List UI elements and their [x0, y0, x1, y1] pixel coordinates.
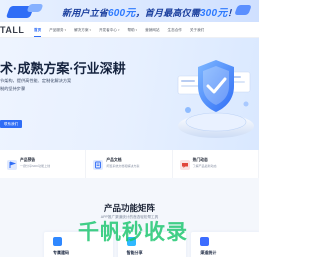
chevron-down-icon: ▾ [117, 28, 120, 32]
chevron-down-icon: ▾ [64, 28, 67, 32]
nav-item-1[interactable]: 产品服务▾ [45, 22, 70, 38]
watermark-overlay: 千帆秒收录 [78, 221, 188, 244]
feature-title: 产品预告 [20, 158, 36, 162]
nav-menu: 首页 产品服务▾ 解决方案▾ 开发者中心▾ 帮助▾ 营销网站 生态合作 关于我们 [30, 22, 208, 38]
feature-card[interactable]: 产品文档闲置系统文档和解决方案 [86, 150, 173, 178]
logo[interactable]: TALL [0, 25, 24, 35]
product-card-label: 专属建码 [53, 250, 69, 255]
page: 新用户立省600元，首月最高仅需300元！ TALL 首页 产品服务▾ 解决方案▾ 开… [0, 0, 259, 257]
promo-text: 新用户立省600元，首月最高仅需300元！ [62, 4, 237, 19]
matrix-title: 产品功能矩阵 [103, 203, 155, 213]
nav-item-2[interactable]: 解决方案▾ [70, 22, 95, 38]
chart-icon [200, 237, 210, 246]
nav-item-label: 首页 [34, 28, 42, 32]
product-card-label: 智能分享 [126, 250, 143, 255]
hero-subtitle-line1: 节架构，提供高性能、定制化解决方案 [0, 78, 72, 83]
top-navbar: TALL 首页 产品服务▾ 解决方案▾ 开发者中心▾ 帮助▾ 营销网站 生态合作 关于我们 [0, 22, 259, 38]
feature-description: 了解产品最新动态 [192, 164, 217, 168]
nav-item-7[interactable]: 关于我们 [186, 22, 208, 38]
nav-item-label: 关于我们 [189, 28, 205, 32]
feature-card[interactable]: 热门动态了解产品最新动态 [173, 150, 259, 178]
contact-us-button[interactable]: 联系我们 [0, 120, 22, 128]
promo-banner[interactable]: 新用户立省600元，首月最高仅需300元！ [0, 0, 259, 22]
product-card-label: 渠道统计 [200, 250, 217, 255]
promo-decoration [26, 4, 44, 12]
feature-description: 闲置系统文档和解决方案 [106, 164, 140, 168]
nav-item-4[interactable]: 帮助▾ [123, 22, 141, 38]
promo-middle: ，首月最高仅需 [135, 8, 200, 18]
feature-description: 一键分享SDK功能上线 [20, 164, 51, 168]
nav-item-label: 开发者中心 [98, 28, 117, 32]
flag-icon [7, 157, 17, 170]
hero-subtitle-line2: 制的坚持步骤 [0, 86, 26, 91]
feature-title: 热门动态 [192, 158, 208, 162]
nav-item-label: 生态合作 [167, 28, 182, 32]
code-icon [53, 237, 62, 246]
nav-item-label: 产品服务 [49, 28, 64, 32]
chevron-down-icon: ▾ [89, 28, 91, 32]
hero-banner: 术·成熟方案·行业深耕 节架构，提供高性能、定制化解决方案 制的坚持步骤 联系我… [0, 38, 259, 150]
chevron-down-icon: ▾ [135, 28, 138, 32]
doc-icon [93, 157, 104, 170]
feature-card[interactable]: 产品预告一键分享SDK功能上线 [0, 150, 87, 178]
nav-item-3[interactable]: 开发者中心▾ [95, 22, 123, 38]
nav-item-0[interactable]: 首页 [30, 22, 45, 38]
security-shield-illustration [177, 60, 254, 138]
nav-item-label: 帮助 [127, 28, 135, 32]
promo-amount-1: 600元 [108, 8, 136, 19]
feature-title: 产品文档 [106, 158, 122, 162]
nav-item-6[interactable]: 生态合作 [164, 22, 186, 38]
promo-amount-2: 300元 [199, 8, 228, 19]
promo-decoration [234, 5, 252, 15]
product-card[interactable]: 渠道统计 [191, 232, 259, 257]
nav-item-label: 营销网站 [145, 28, 160, 32]
nav-item-5[interactable]: 营销网站 [141, 22, 163, 38]
promo-prefix: 新用户立省 [62, 8, 109, 18]
hero-title: 术·成熟方案·行业深耕 [0, 61, 126, 76]
feature-strip: 产品预告 一键分享SDK功能上线 产品文档 闲置系统文档和解决方案 热门动态 了解产品最新… [0, 150, 259, 178]
nav-item-label: 解决方案 [74, 28, 89, 32]
chat-icon [179, 157, 190, 170]
